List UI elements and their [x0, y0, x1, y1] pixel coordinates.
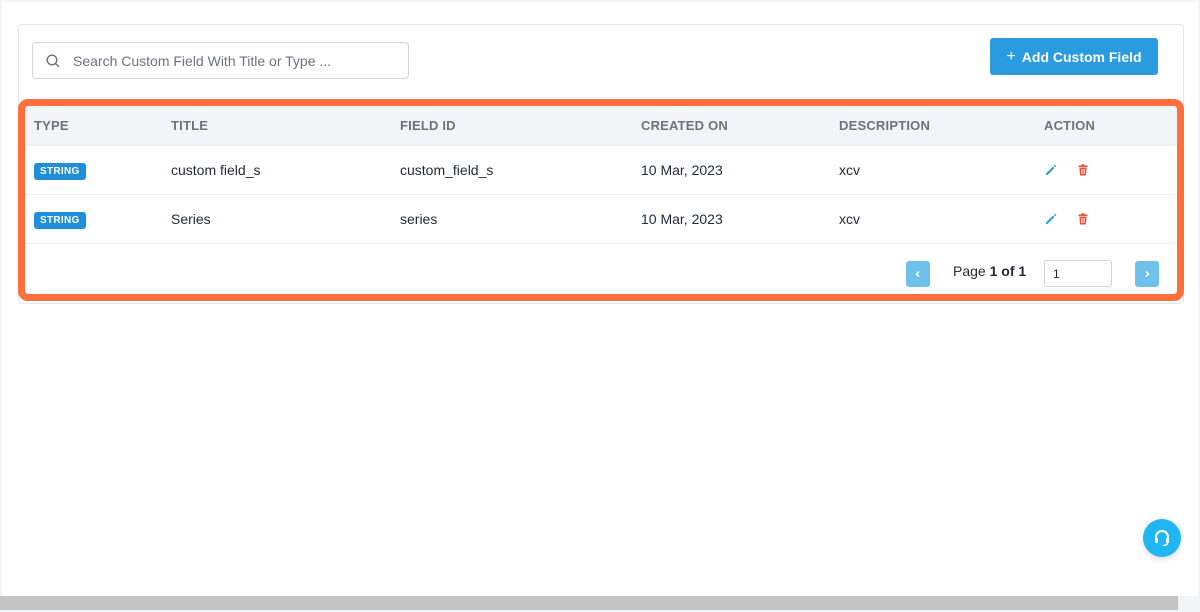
add-custom-field-button[interactable]: + Add Custom Field: [990, 38, 1158, 75]
search-icon: [45, 53, 61, 69]
action-cell: [1044, 212, 1090, 226]
page-number-input[interactable]: [1044, 260, 1112, 287]
edit-icon[interactable]: [1044, 212, 1058, 226]
pagination: Page 1 of 1: [25, 244, 1177, 294]
trash-icon[interactable]: [1076, 212, 1090, 226]
page-word: Page: [953, 263, 986, 279]
page: [2, 2, 1198, 596]
field-id-cell: series: [400, 211, 438, 227]
table-header: TYPE TITLE FIELD ID CREATED ON DESCRIPTI…: [25, 106, 1177, 146]
column-header-description: DESCRIPTION: [839, 118, 931, 133]
trash-icon[interactable]: [1076, 163, 1090, 177]
next-page-button[interactable]: [1135, 261, 1159, 287]
previous-page-button[interactable]: [906, 261, 930, 287]
column-header-field-id: FIELD ID: [400, 118, 456, 133]
plus-icon: +: [1006, 47, 1016, 65]
edit-icon[interactable]: [1044, 163, 1058, 177]
type-cell: STRING: [34, 161, 86, 180]
title-cell: Series: [171, 211, 211, 227]
type-cell: STRING: [34, 210, 86, 229]
page-count: 1 of 1: [989, 263, 1027, 279]
type-badge: STRING: [34, 211, 86, 229]
description-cell: xcv: [839, 211, 860, 227]
type-badge: STRING: [34, 162, 86, 180]
created-on-cell: 10 Mar, 2023: [641, 162, 723, 178]
headset-icon: [1155, 530, 1169, 547]
search-box[interactable]: [32, 42, 409, 79]
add-custom-field-label: Add Custom Field: [1021, 48, 1142, 65]
description-cell: xcv: [839, 162, 860, 178]
table-row: STRING Series series 10 Mar, 2023 xcv: [25, 195, 1177, 244]
column-header-title: TITLE: [171, 118, 209, 133]
table-row: STRING custom field_s custom_field_s 10 …: [25, 146, 1177, 195]
custom-fields-table: TYPE TITLE FIELD ID CREATED ON DESCRIPTI…: [25, 106, 1177, 294]
search-input[interactable]: [73, 52, 373, 69]
title-cell: custom field_s: [171, 162, 261, 178]
created-on-cell: 10 Mar, 2023: [641, 211, 723, 227]
horizontal-scrollbar[interactable]: [0, 596, 1178, 610]
page-indicator: Page 1 of 1: [953, 263, 1026, 279]
column-header-type: TYPE: [34, 118, 69, 133]
column-header-action: ACTION: [1044, 118, 1096, 133]
chevron-right-icon: [1145, 270, 1150, 278]
field-id-cell: custom_field_s: [400, 162, 494, 178]
support-chat-button[interactable]: [1143, 519, 1181, 557]
chevron-left-icon: [915, 270, 920, 278]
column-header-created-on: CREATED ON: [641, 118, 728, 133]
action-cell: [1044, 163, 1090, 177]
